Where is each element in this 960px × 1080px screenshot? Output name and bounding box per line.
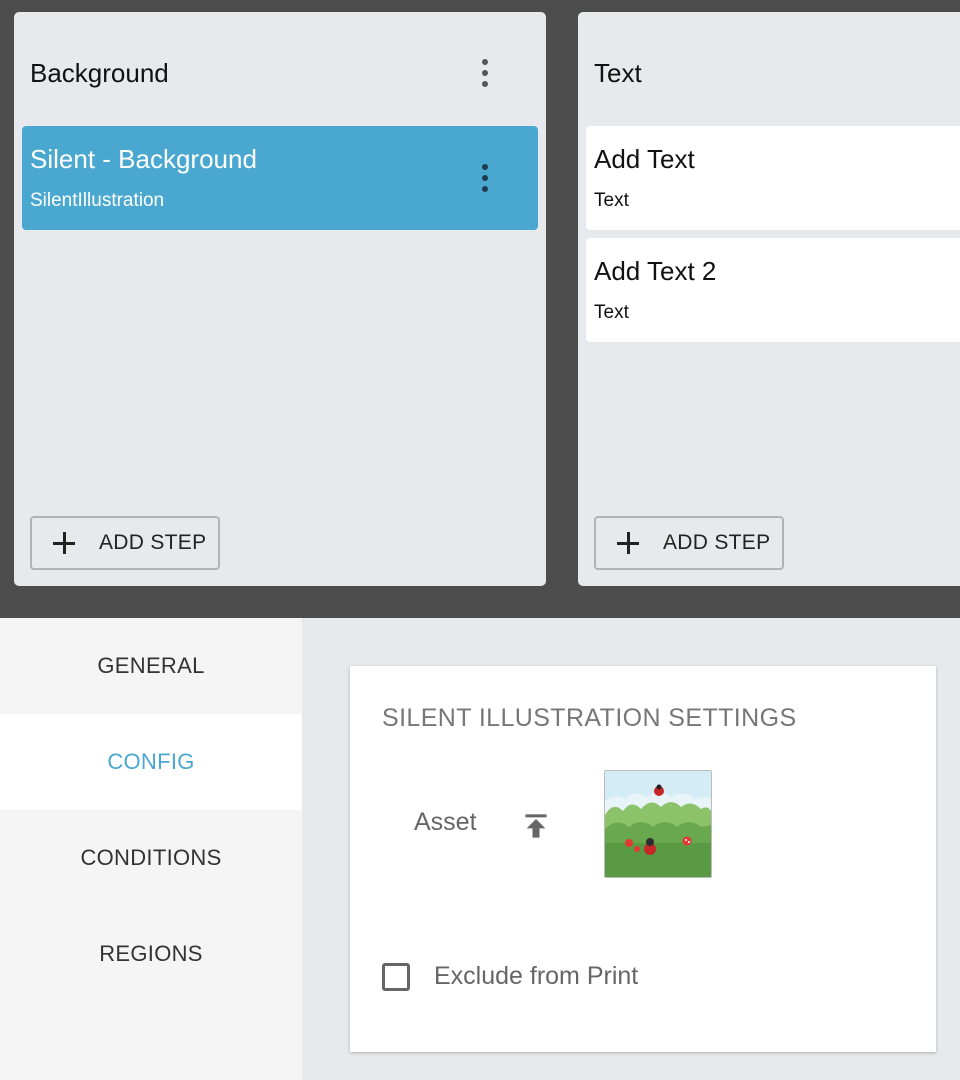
- settings-panel: SILENT ILLUSTRATION SETTINGS Asset Exclu…: [350, 666, 936, 1052]
- editor-tabs: GENERAL CONFIG CONDITIONS REGIONS: [0, 618, 302, 1080]
- step-menu-icon[interactable]: [477, 160, 493, 196]
- column-background: Background Silent - Background SilentIll…: [14, 12, 546, 586]
- exclude-from-print-checkbox[interactable]: [382, 962, 410, 991]
- plus-icon: [617, 532, 639, 554]
- exclude-from-print-row: Exclude from Print: [382, 962, 638, 991]
- tab-conditions[interactable]: CONDITIONS: [0, 810, 302, 906]
- add-step-button[interactable]: ADD STEP: [30, 516, 220, 570]
- step-title: Silent - Background: [30, 144, 257, 174]
- asset-thumbnail[interactable]: [604, 770, 712, 878]
- plus-icon: [53, 532, 75, 554]
- add-step-button[interactable]: ADD STEP: [594, 516, 784, 570]
- tab-regions[interactable]: REGIONS: [0, 906, 302, 1002]
- add-step-label: ADD STEP: [663, 531, 771, 554]
- column-title: Background: [30, 58, 169, 88]
- ladybug-illustration: [605, 771, 711, 877]
- step-title: Add Text 2: [594, 256, 717, 286]
- tab-general[interactable]: GENERAL: [0, 618, 302, 714]
- exclude-from-print-label: Exclude from Print: [434, 962, 639, 990]
- step-card-add-text-2[interactable]: Add Text 2 Text: [586, 238, 960, 342]
- step-editor: GENERAL CONFIG CONDITIONS REGIONS SILENT…: [0, 618, 960, 1080]
- settings-title: SILENT ILLUSTRATION SETTINGS: [382, 704, 797, 732]
- step-title: Add Text: [594, 144, 695, 174]
- column-text: Text Add Text Text Add Text 2 Text ADD S…: [578, 12, 960, 586]
- step-card-add-text[interactable]: Add Text Text: [586, 126, 960, 230]
- step-card-silent-background[interactable]: Silent - Background SilentIllustration: [22, 126, 538, 230]
- step-type: Text: [594, 302, 629, 323]
- column-menu-icon[interactable]: [477, 55, 493, 91]
- step-type: SilentIllustration: [30, 190, 165, 211]
- upload-icon[interactable]: [522, 812, 550, 840]
- step-type: Text: [594, 190, 629, 211]
- column-title: Text: [594, 58, 642, 88]
- tab-config[interactable]: CONFIG: [0, 714, 302, 810]
- asset-label: Asset: [414, 808, 477, 836]
- steps-board: Background Silent - Background SilentIll…: [0, 0, 960, 618]
- add-step-label: ADD STEP: [99, 531, 207, 554]
